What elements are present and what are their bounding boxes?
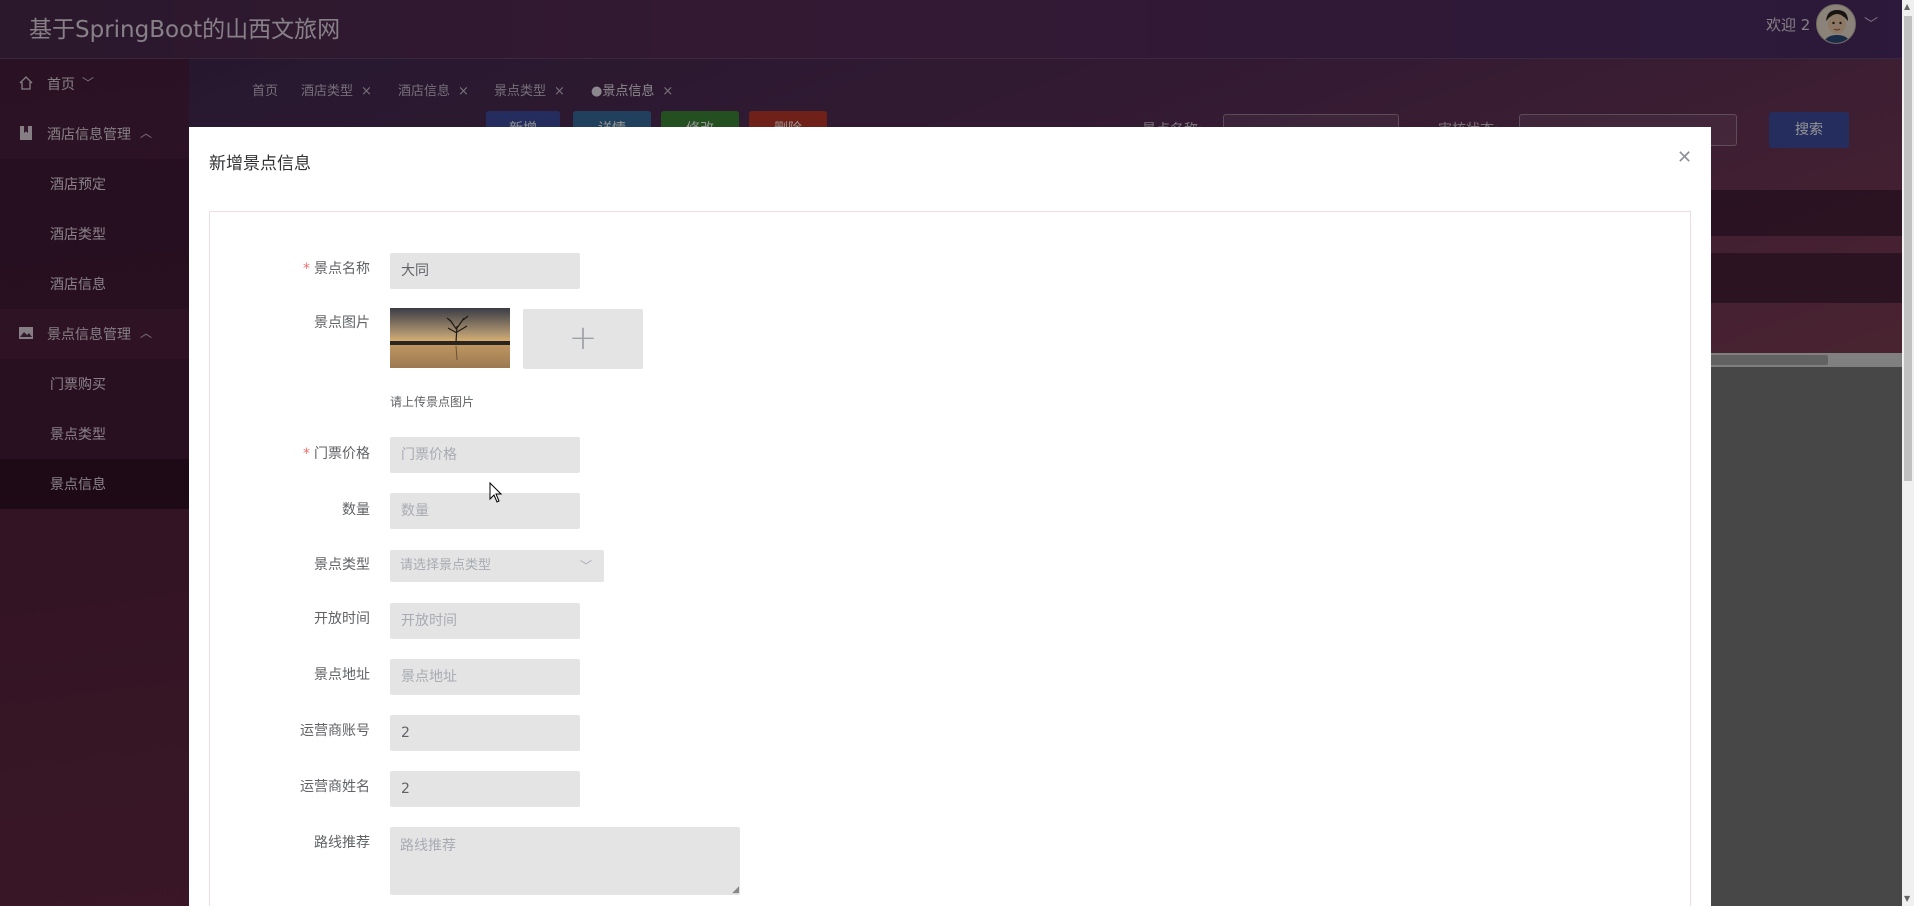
image-upload-button[interactable]: + (523, 309, 643, 369)
quantity-input[interactable]: 数量 (390, 493, 580, 529)
mouse-cursor-icon (489, 482, 503, 503)
quantity-label: 数量 (342, 502, 370, 518)
scenic-type-select[interactable]: 请选择景点类型 ﹀ (390, 550, 604, 582)
form-card: * 景点名称 大同 景点图片 + 请上传景点图片 * 门票价格 门票价格 数量 … (209, 211, 1691, 906)
ticket-price-input[interactable]: 门票价格 (390, 437, 580, 473)
scroll-up-icon[interactable]: ▲ (1904, 2, 1910, 11)
resize-handle-icon[interactable]: ◢ (732, 885, 739, 895)
address-input[interactable]: 景点地址 (390, 659, 580, 695)
address-label: 景点地址 (314, 667, 370, 683)
route-label: 路线推荐 (314, 835, 370, 851)
route-textarea[interactable]: 路线推荐 ◢ (390, 827, 740, 895)
open-time-label: 开放时间 (314, 611, 370, 627)
scroll-down-icon[interactable]: ▼ (1904, 894, 1910, 903)
name-label: * 景点名称 (303, 261, 370, 277)
uploaded-image-thumbnail[interactable] (390, 308, 510, 368)
image-upload-hint: 请上传景点图片 (390, 395, 475, 409)
image-label: 景点图片 (314, 315, 370, 331)
dialog-title: 新增景点信息 (209, 154, 311, 174)
window-scrollbar[interactable]: ▲ ▼ (1902, 0, 1914, 906)
operator-name-label: 运营商姓名 (300, 779, 370, 795)
add-scenic-dialog: 新增景点信息 ✕ * 景点名称 大同 景点图片 + 请上传景点图片 * 门票价格… (189, 127, 1711, 906)
open-time-input[interactable]: 开放时间 (390, 603, 580, 639)
close-icon[interactable]: ✕ (1677, 147, 1692, 168)
scenic-name-input[interactable]: 大同 (390, 253, 580, 289)
operator-account-label: 运营商账号 (300, 723, 370, 739)
scenic-type-label: 景点类型 (314, 557, 370, 573)
operator-name-input[interactable]: 2 (390, 771, 580, 807)
price-label: * 门票价格 (303, 446, 370, 462)
chevron-down-icon: ﹀ (579, 559, 592, 573)
operator-account-input[interactable]: 2 (390, 715, 580, 751)
